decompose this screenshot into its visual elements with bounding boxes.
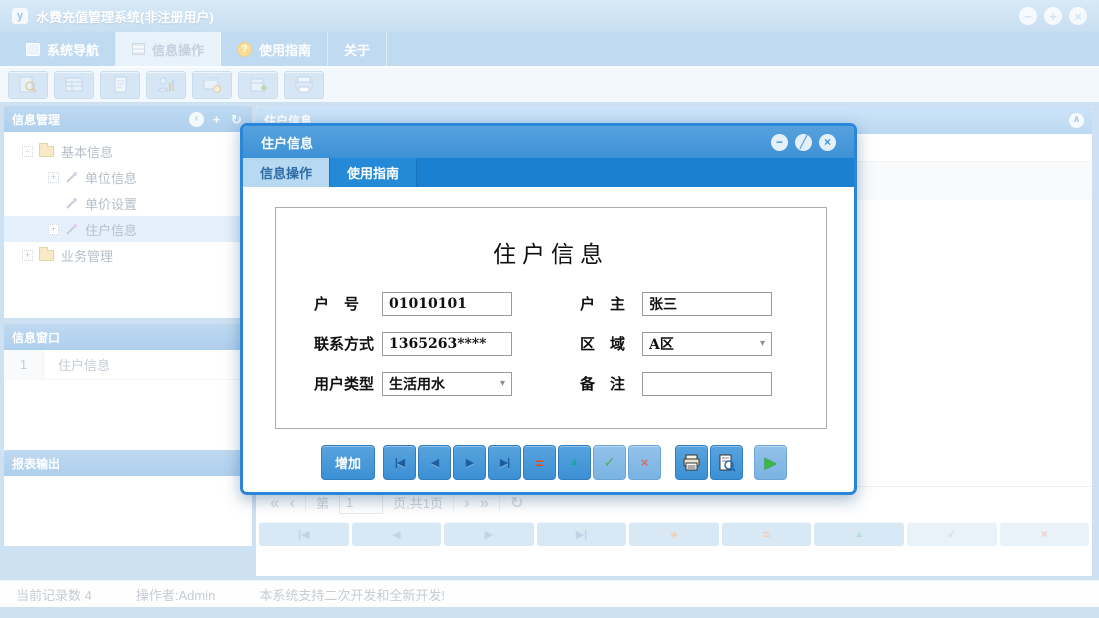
run-icon: ▶: [764, 454, 777, 472]
field-label-owner: 户 主: [580, 295, 626, 313]
field-label-account-no: 户 号: [314, 295, 360, 313]
remark-input[interactable]: [642, 371, 772, 396]
dialog-tab-bar: 信息操作 使用指南: [243, 158, 854, 187]
dialog-minimize-button[interactable]: −: [771, 133, 788, 151]
next-record-icon: ▶: [465, 457, 475, 469]
dialog-tab-user-guide[interactable]: 使用指南: [330, 158, 418, 187]
dialog-body: 住户信息 户 号 户 主 联系方式 区 域 A区 ▾: [243, 187, 854, 492]
run-button[interactable]: ▶: [754, 445, 787, 480]
resident-form: 住户信息 户 号 户 主 联系方式 区 域 A区 ▾: [275, 207, 827, 429]
edit-record-button[interactable]: ▲: [558, 445, 591, 480]
next-record-button[interactable]: ▶: [453, 445, 486, 480]
print-preview-button[interactable]: [710, 445, 743, 480]
print-preview-icon: [719, 454, 736, 472]
region-select[interactable]: A区 ▾: [642, 331, 772, 356]
app-window: y 水费充值管理系统(非注册用户) − + × 系统导航 信息操作 ? 使用指南…: [0, 0, 1099, 618]
dialog-title: 住户信息: [261, 135, 314, 151]
add-button[interactable]: 增加: [321, 445, 375, 480]
chevron-down-icon: ▾: [499, 378, 505, 389]
account-no-input[interactable]: [382, 291, 512, 316]
prev-record-icon: ◀: [430, 457, 440, 469]
first-record-button[interactable]: |◀: [383, 445, 416, 480]
field-label-contact: 联系方式: [314, 335, 375, 353]
delete-record-button[interactable]: =: [523, 445, 556, 480]
print-icon: [683, 454, 699, 470]
region-select-value: A区: [649, 336, 674, 353]
cancel-icon: ×: [640, 455, 649, 470]
dialog-button-bar: 增加 |◀ ◀ ▶ ▶| = ▲ ✓ × ▶: [321, 445, 787, 480]
last-record-icon: ▶|: [499, 457, 511, 469]
user-type-select-value: 生活用水: [389, 376, 445, 393]
field-label-user-type: 用户类型: [314, 375, 375, 393]
prev-record-button[interactable]: ◀: [418, 445, 451, 480]
chevron-down-icon: ▾: [759, 338, 765, 349]
confirm-button[interactable]: ✓: [593, 445, 626, 480]
cancel-edit-button[interactable]: ×: [628, 445, 661, 480]
owner-input[interactable]: [642, 291, 772, 316]
first-record-icon: |◀: [394, 457, 406, 469]
contact-input[interactable]: [382, 331, 512, 356]
dialog-tab-info-operate[interactable]: 信息操作: [243, 158, 331, 187]
user-type-select[interactable]: 生活用水 ▾: [382, 371, 512, 396]
confirm-icon: ✓: [603, 454, 616, 470]
field-label-region: 区 域: [580, 335, 626, 353]
field-label-remark: 备 注: [580, 375, 626, 393]
dialog-close-button[interactable]: ×: [819, 133, 836, 151]
delete-icon: =: [535, 454, 544, 471]
print-button[interactable]: [675, 445, 708, 480]
dialog-pin-button[interactable]: ╱: [795, 133, 812, 151]
form-heading: 住户信息: [493, 242, 609, 268]
resident-info-dialog: 住户信息 − ╱ × 信息操作 使用指南 住户信息 户 号 户 主: [240, 123, 857, 495]
dialog-title-bar[interactable]: 住户信息 − ╱ ×: [243, 126, 854, 158]
edit-icon: ▲: [569, 457, 580, 468]
last-record-button[interactable]: ▶|: [488, 445, 521, 480]
